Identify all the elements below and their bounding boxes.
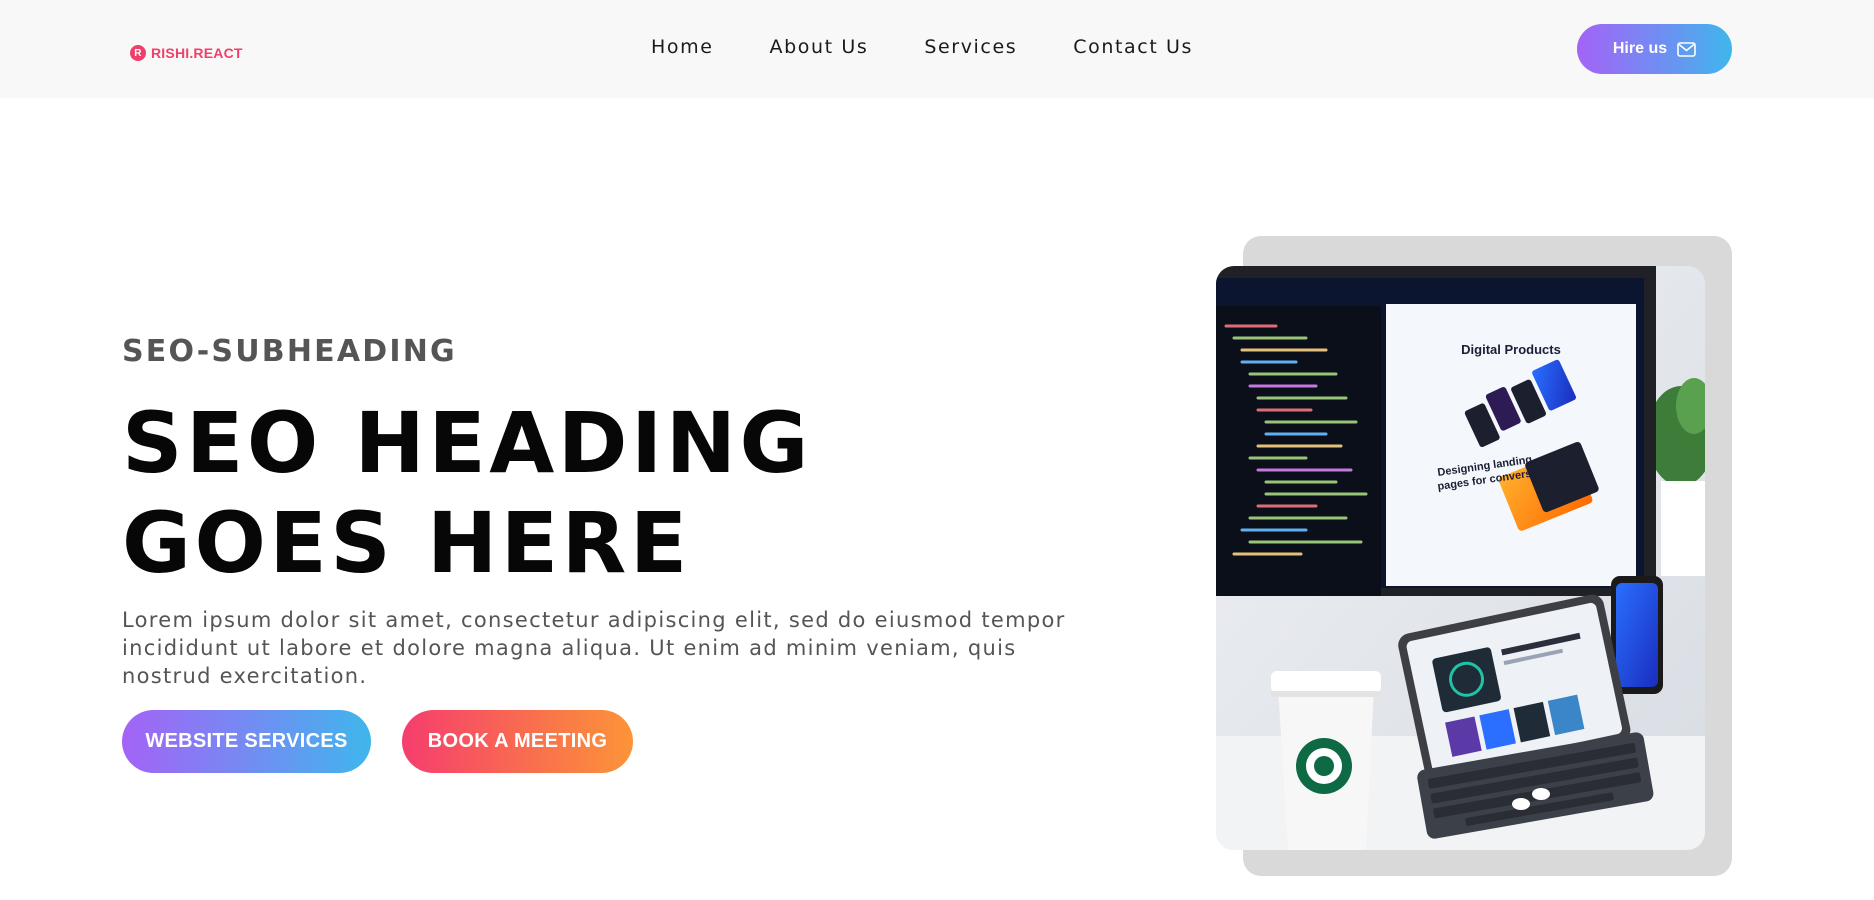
brand-mark-icon: R — [130, 45, 146, 61]
brand-name: RISHI.REACT — [151, 45, 243, 61]
nav-link-home[interactable]: Home — [651, 36, 714, 58]
hire-us-button[interactable]: Hire us — [1577, 24, 1732, 74]
book-a-meeting-button[interactable]: BOOK A MEETING — [402, 710, 633, 773]
hero-subheading: SEO-SUBHEADING — [122, 334, 457, 369]
hire-us-label: Hire us — [1612, 40, 1668, 57]
brand-logo[interactable]: R RISHI.REACT — [130, 45, 243, 61]
nav-link-services[interactable]: Services — [924, 36, 1017, 58]
navbar: R RISHI.REACT Home About Us Services Con… — [0, 0, 1874, 98]
screen-title: Digital Products — [1461, 342, 1561, 357]
hero-image: Digital Products Designing landing pages… — [1216, 266, 1705, 850]
nav-link-about-us[interactable]: About Us — [770, 36, 869, 58]
website-services-button[interactable]: WEBSITE SERVICES — [122, 710, 371, 773]
nav-link-contact-us[interactable]: Contact Us — [1073, 36, 1193, 58]
hero-heading: SEO HEADING GOES HERE — [122, 394, 812, 592]
mail-icon — [1677, 41, 1696, 57]
main-nav: Home About Us Services Contact Us — [651, 36, 1193, 58]
hero-paragraph: Lorem ipsum dolor sit amet, consectetur … — [122, 608, 1066, 688]
